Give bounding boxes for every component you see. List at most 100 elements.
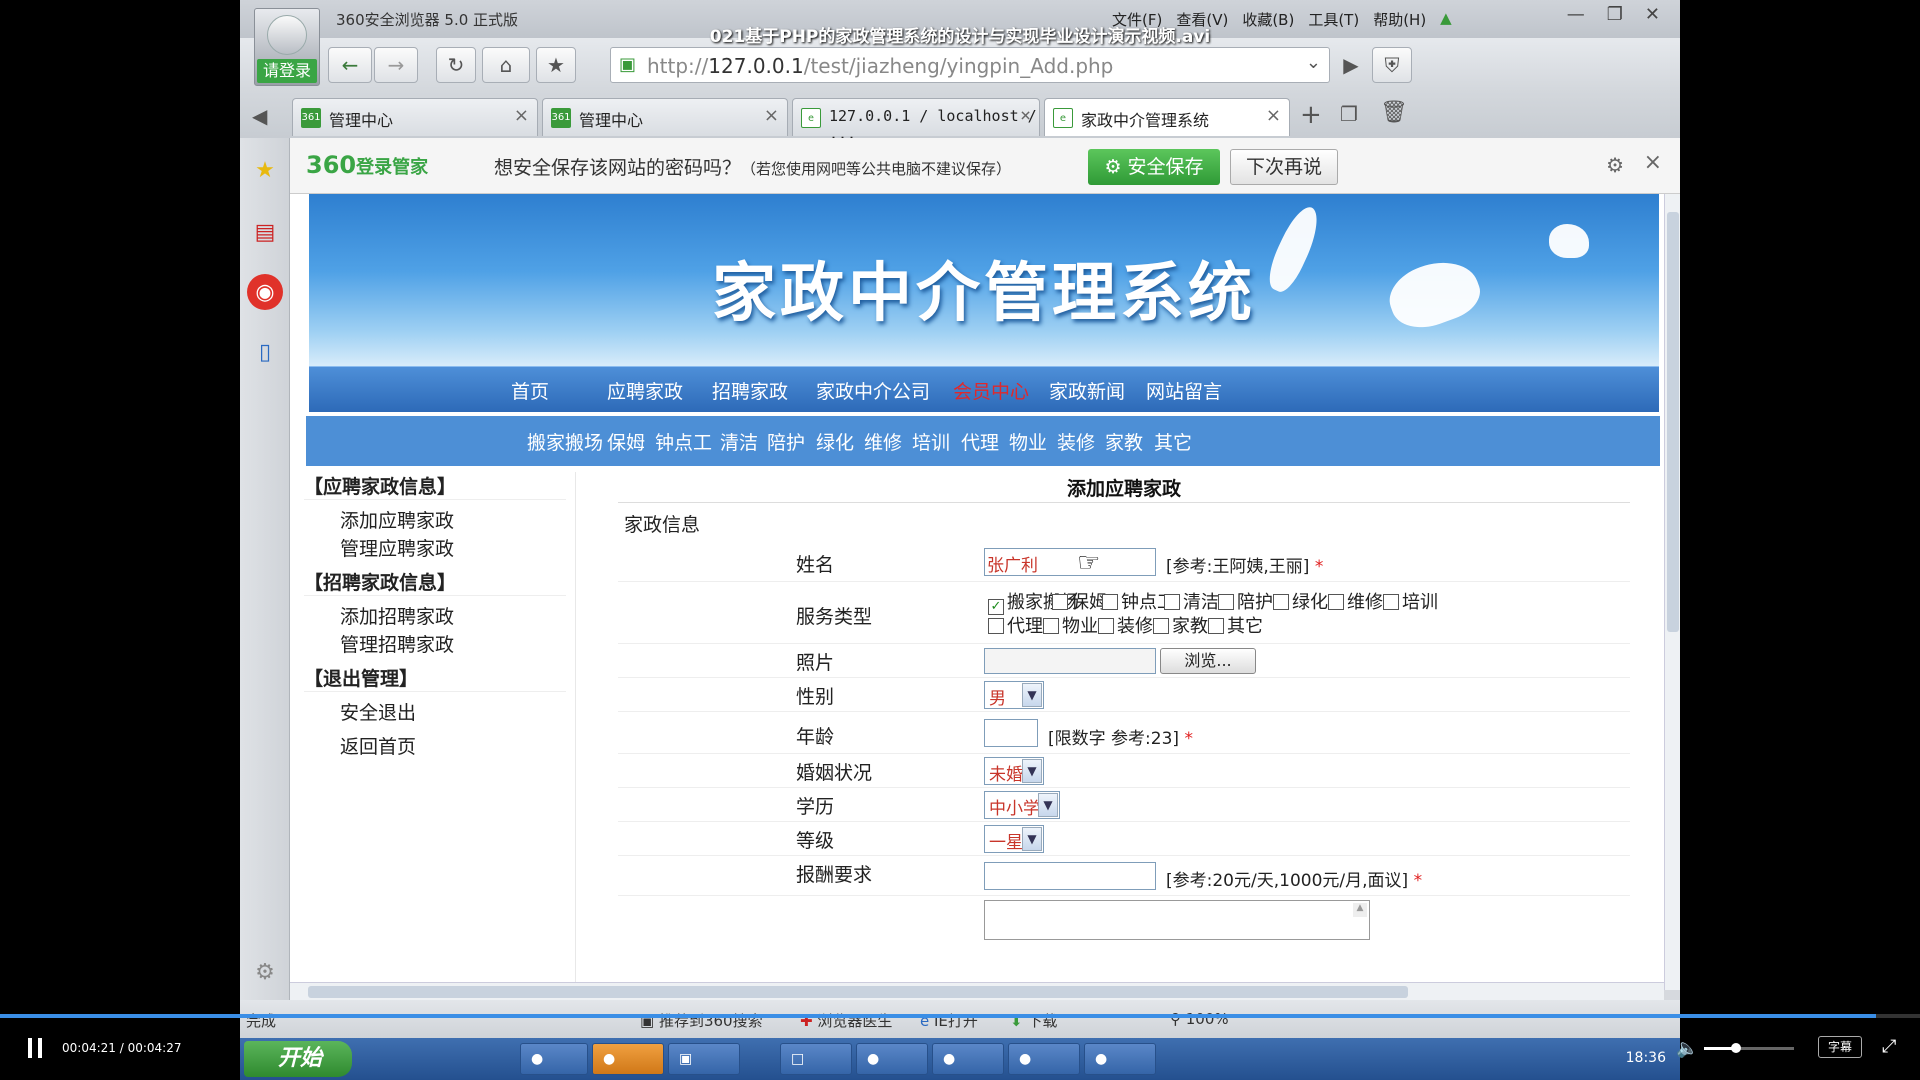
back-icon[interactable]: ←: [328, 47, 372, 83]
service-type-checkbox[interactable]: 物业: [1043, 612, 1098, 638]
nav-news[interactable]: 家政新闻: [1049, 377, 1125, 404]
taskbar-item[interactable]: ●: [592, 1043, 664, 1075]
category-link[interactable]: 搬家搬场: [527, 428, 603, 455]
sidebar-item-return-home[interactable]: 返回首页: [340, 732, 416, 759]
volume-slider[interactable]: [1704, 1043, 1794, 1053]
category-link[interactable]: 保姆: [607, 428, 645, 455]
fullscreen-exit-icon[interactable]: ⤢: [1882, 1036, 1896, 1057]
taskbar-item[interactable]: ●: [856, 1043, 928, 1075]
gender-select[interactable]: 男 ▼: [984, 681, 1044, 709]
service-type-checkbox[interactable]: 维修: [1328, 588, 1383, 614]
nav-recruit[interactable]: 招聘家政: [712, 377, 788, 404]
close-tab-icon[interactable]: ×: [1266, 105, 1281, 126]
horizontal-scrollbar[interactable]: [290, 982, 1664, 1000]
category-link[interactable]: 清洁: [720, 428, 758, 455]
mobile-icon[interactable]: ▯: [247, 334, 283, 370]
service-type-checkbox[interactable]: 其它: [1208, 612, 1263, 638]
taskbar-item[interactable]: ●: [1008, 1043, 1080, 1075]
sidebar-item-manage-recruit[interactable]: 管理招聘家政: [340, 630, 454, 657]
tab-admin-1[interactable]: 361 管理中心 ×: [292, 98, 538, 136]
go-icon[interactable]: ▶: [1338, 47, 1364, 83]
gear-icon[interactable]: ⚙: [1606, 153, 1624, 177]
service-type-checkbox[interactable]: 陪护: [1218, 588, 1273, 614]
category-link[interactable]: 家教: [1105, 428, 1143, 455]
nav-home[interactable]: 首页: [511, 377, 549, 404]
nav-guestbook[interactable]: 网站留言: [1146, 377, 1222, 404]
category-link[interactable]: 陪护: [767, 428, 805, 455]
favorites-star-icon[interactable]: ★: [247, 152, 283, 188]
news-icon[interactable]: ▤: [247, 214, 283, 250]
service-type-checkbox[interactable]: 装修: [1098, 612, 1153, 638]
sidebar-toggle-icon[interactable]: ◀: [252, 104, 267, 128]
service-type-checkbox[interactable]: 代理: [988, 612, 1043, 638]
salary-input[interactable]: [984, 862, 1156, 890]
scroll-thumb[interactable]: [1667, 212, 1679, 632]
url-text[interactable]: http://127.0.0.1/test/jiazheng/yingpin_A…: [647, 54, 1113, 78]
service-type-checkbox[interactable]: 家教: [1153, 612, 1208, 638]
video-progress-bar[interactable]: [0, 1014, 1920, 1018]
scroll-thumb[interactable]: [308, 986, 1408, 998]
scroll-up-icon[interactable]: ▲: [1353, 903, 1367, 917]
close-tab-icon[interactable]: ×: [1020, 105, 1031, 126]
category-link[interactable]: 代理: [961, 428, 999, 455]
start-button[interactable]: 开始: [244, 1041, 352, 1077]
refresh-icon[interactable]: ↻: [436, 47, 476, 83]
education-select[interactable]: 中小学 ▼: [984, 791, 1060, 819]
photo-file-input[interactable]: [984, 648, 1156, 674]
marital-select[interactable]: 未婚 ▼: [984, 757, 1044, 785]
nav-jobseekers[interactable]: 应聘家政: [607, 377, 683, 404]
tab-list-icon[interactable]: ❐: [1340, 102, 1358, 126]
age-input[interactable]: [984, 719, 1038, 747]
tab-jiazheng[interactable]: e 家政中介管理系统 ×: [1044, 98, 1290, 136]
vertical-scrollbar[interactable]: [1664, 194, 1680, 990]
sidebar-item-logout[interactable]: 安全退出: [340, 698, 416, 725]
login-button[interactable]: 请登录: [257, 59, 317, 83]
close-icon[interactable]: ×: [1644, 150, 1662, 175]
safe-save-button[interactable]: ⚙ 安全保存: [1088, 149, 1220, 185]
address-bar[interactable]: ▣ http://127.0.0.1/test/jiazheng/yingpin…: [610, 47, 1330, 83]
shield-icon[interactable]: ⛨: [1372, 47, 1412, 83]
browse-button[interactable]: 浏览...: [1160, 648, 1256, 674]
chevron-down-icon[interactable]: ⌄: [1306, 52, 1321, 73]
name-input[interactable]: 张广利: [984, 548, 1156, 576]
home-icon[interactable]: ⌂: [482, 47, 530, 83]
category-link[interactable]: 钟点工: [655, 428, 712, 455]
favorite-star-icon[interactable]: ★: [536, 47, 576, 83]
category-link[interactable]: 装修: [1057, 428, 1095, 455]
category-link[interactable]: 维修: [864, 428, 902, 455]
sidebar-item-manage-jobseeker[interactable]: 管理应聘家政: [340, 534, 454, 561]
service-type-checkbox[interactable]: 绿化: [1273, 588, 1328, 614]
taskbar-item[interactable]: ●: [932, 1043, 1004, 1075]
service-type-checkbox[interactable]: 保姆: [1052, 588, 1107, 614]
category-link[interactable]: 物业: [1009, 428, 1047, 455]
close-tab-icon[interactable]: ×: [764, 105, 779, 126]
sidebar-item-add-recruit[interactable]: 添加招聘家政: [340, 602, 454, 629]
pause-icon[interactable]: [28, 1038, 48, 1058]
volume-knob[interactable]: [1730, 1043, 1741, 1053]
service-type-checkbox[interactable]: 清洁: [1164, 588, 1219, 614]
taskbar-item[interactable]: □: [780, 1043, 852, 1075]
new-tab-icon[interactable]: +: [1300, 100, 1322, 130]
tab-phpmyadmin[interactable]: e 127.0.0.1 / localhost / ... ×: [792, 98, 1040, 143]
description-textarea[interactable]: ▲: [984, 900, 1370, 940]
close-tab-icon[interactable]: ×: [514, 105, 529, 126]
category-link[interactable]: 绿化: [816, 428, 854, 455]
level-select[interactable]: 一星 ▼: [984, 825, 1044, 853]
avatar[interactable]: 请登录: [254, 8, 320, 86]
subtitle-button[interactable]: 字幕: [1818, 1036, 1862, 1058]
nav-member-center[interactable]: 会员中心: [953, 377, 1029, 404]
sidebar-item-add-jobseeker[interactable]: 添加应聘家政: [340, 506, 454, 533]
category-link[interactable]: 其它: [1154, 428, 1192, 455]
nav-agencies[interactable]: 家政中介公司: [816, 377, 930, 404]
settings-gear-icon[interactable]: ⚙: [247, 954, 283, 990]
taskbar-item[interactable]: ●: [520, 1043, 588, 1075]
category-link[interactable]: 培训: [912, 428, 950, 455]
taskbar-item[interactable]: ●: [1084, 1043, 1156, 1075]
trash-icon[interactable]: 🗑: [1380, 100, 1408, 125]
taskbar-item[interactable]: ▣: [668, 1043, 740, 1075]
tab-admin-2[interactable]: 361 管理中心 ×: [542, 98, 788, 136]
volume-icon[interactable]: 🔈: [1676, 1038, 1698, 1059]
zoom-level[interactable]: ⚲ 100%: [1170, 1010, 1229, 1028]
service-type-checkbox[interactable]: 培训: [1383, 588, 1438, 614]
forward-icon[interactable]: →: [374, 47, 418, 83]
